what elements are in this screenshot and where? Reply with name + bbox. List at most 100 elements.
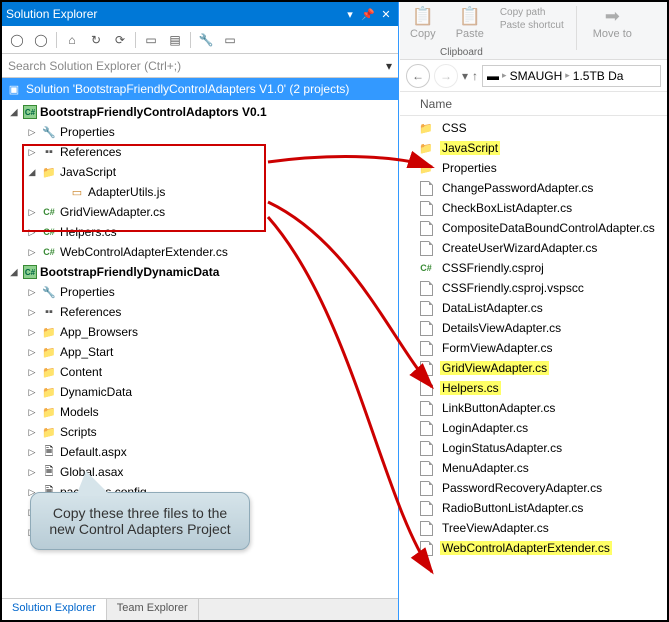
file-row[interactable]: FormViewAdapter.cs (400, 338, 667, 358)
file-row[interactable]: LoginAdapter.cs (400, 418, 667, 438)
references-icon: ▪▪ (41, 304, 57, 320)
paste-button[interactable]: 📋Paste (452, 6, 488, 40)
breadcrumb[interactable]: ▬ ▸ SMAUGH ▸ 1.5TB Da (482, 65, 661, 87)
nav-up-icon[interactable]: ↑ (472, 69, 478, 83)
forward-icon[interactable]: ◯ (30, 29, 52, 51)
moveto-button[interactable]: ➡Move to (589, 6, 636, 40)
copy-path-button[interactable]: Copy path (500, 7, 564, 18)
back-icon[interactable]: ◯ (6, 29, 28, 51)
file-row[interactable]: MenuAdapter.cs (400, 458, 667, 478)
home-icon[interactable]: ⌂ (61, 29, 83, 51)
showall-icon[interactable]: ▤ (164, 29, 186, 51)
sync-icon[interactable]: ↻ (85, 29, 107, 51)
file-icon (418, 360, 434, 376)
nav-back-icon[interactable]: ← (406, 64, 430, 88)
tree-item[interactable]: ▷📁Models (2, 402, 398, 422)
file-icon: 🗎 (41, 444, 57, 460)
file-icon (418, 500, 434, 516)
file-icon (418, 520, 434, 536)
file-row[interactable]: LinkButtonAdapter.cs (400, 398, 667, 418)
tree-item[interactable]: ▷📁Scripts (2, 422, 398, 442)
tree-item[interactable]: ▷▪▪References (2, 302, 398, 322)
close-icon[interactable]: ✕ (378, 6, 394, 22)
file-row[interactable]: Helpers.cs (400, 378, 667, 398)
tree-item[interactable]: ▷📁App_Browsers (2, 322, 398, 342)
file-row[interactable]: CSSFriendly.csproj.vspscc (400, 278, 667, 298)
solution-icon: ▣ (6, 81, 22, 97)
tree-item[interactable]: ▷📁App_Start (2, 342, 398, 362)
collapse-icon[interactable]: ▭ (140, 29, 162, 51)
csharp-icon: C# (41, 244, 57, 260)
project-node[interactable]: ◢C#BootstrapFriendlyDynamicData (2, 262, 398, 282)
search-input[interactable]: Search Solution Explorer (Ctrl+;) ▾ (2, 54, 398, 78)
file-row[interactable]: CompositeDataBoundControlAdapter.cs (400, 218, 667, 238)
file-row[interactable]: C#CSSFriendly.csproj (400, 258, 667, 278)
file-row[interactable]: DetailsViewAdapter.cs (400, 318, 667, 338)
file-icon: 🗎 (41, 464, 57, 480)
file-row[interactable]: DataListAdapter.cs (400, 298, 667, 318)
csharp-icon: C# (41, 204, 57, 220)
file-row[interactable]: WebControlAdapterExtender.cs (400, 538, 667, 558)
file-icon (418, 340, 434, 356)
file-icon (418, 280, 434, 296)
tree-item[interactable]: ▷🔧Properties (2, 282, 398, 302)
file-row[interactable]: GridViewAdapter.cs (400, 358, 667, 378)
file-row[interactable]: RadioButtonListAdapter.cs (400, 498, 667, 518)
pin-icon[interactable]: 📌 (360, 6, 376, 22)
nav-forward-icon[interactable]: → (434, 64, 458, 88)
ribbon: 📋Copy 📋Paste Copy path Paste shortcut ➡M… (400, 2, 667, 60)
file-icon (418, 420, 434, 436)
tree-item[interactable]: ▷🗎Global.asax (2, 462, 398, 482)
column-header-name[interactable]: Name (400, 92, 667, 116)
wrench-icon: 🔧 (41, 284, 57, 300)
file-icon (418, 460, 434, 476)
tree-item[interactable]: ▷C#Helpers.cs (2, 222, 398, 242)
folder-icon: 📁 (41, 364, 57, 380)
search-dropdown-icon[interactable]: ▾ (386, 59, 392, 73)
tree-item[interactable]: ◢📁JavaScript (2, 162, 398, 182)
callout: Copy these three files to the new Contro… (30, 492, 250, 550)
file-icon (418, 220, 434, 236)
properties-icon[interactable]: 🔧 (195, 29, 217, 51)
references-icon: ▪▪ (41, 144, 57, 160)
tree-item[interactable]: ▷🔧Properties (2, 122, 398, 142)
folder-icon: 📁 (41, 424, 57, 440)
file-row[interactable]: 📁CSS (400, 118, 667, 138)
folder-icon: 📁 (418, 140, 434, 156)
nav-bar: ← → ▾ ↑ ▬ ▸ SMAUGH ▸ 1.5TB Da (400, 60, 667, 92)
dropdown-icon[interactable]: ▾ (342, 6, 358, 22)
folder-icon: 📁 (418, 160, 434, 176)
copy-button[interactable]: 📋Copy (406, 6, 440, 40)
file-row[interactable]: TreeViewAdapter.cs (400, 518, 667, 538)
file-row[interactable]: LoginStatusAdapter.cs (400, 438, 667, 458)
tree-item[interactable]: ▷📁Content (2, 362, 398, 382)
nav-recent-icon[interactable]: ▾ (462, 69, 468, 83)
file-row[interactable]: 📁JavaScript (400, 138, 667, 158)
refresh-icon[interactable]: ⟳ (109, 29, 131, 51)
tab-team-explorer[interactable]: Team Explorer (107, 599, 199, 620)
file-row[interactable]: PasswordRecoveryAdapter.cs (400, 478, 667, 498)
panel-title-bar: Solution Explorer ▾ 📌 ✕ (2, 2, 398, 26)
file-icon (418, 440, 434, 456)
project-node[interactable]: ◢C#BootstrapFriendlyControlAdaptors V0.1 (2, 102, 398, 122)
tab-solution-explorer[interactable]: Solution Explorer (2, 599, 107, 620)
csharp-icon: C# (41, 224, 57, 240)
file-row[interactable]: CheckBoxListAdapter.cs (400, 198, 667, 218)
tree-item[interactable]: ▷C#GridViewAdapter.cs (2, 202, 398, 222)
tree-item[interactable]: ▭AdapterUtils.js (2, 182, 398, 202)
file-icon (418, 400, 434, 416)
panel-title: Solution Explorer (6, 7, 97, 21)
folder-icon: 📁 (41, 324, 57, 340)
file-icon (418, 200, 434, 216)
tree-item[interactable]: ▷🗎Default.aspx (2, 442, 398, 462)
paste-shortcut-button[interactable]: Paste shortcut (500, 20, 564, 31)
solution-node[interactable]: ▣ Solution 'BootstrapFriendlyControlAdap… (2, 78, 398, 100)
preview-icon[interactable]: ▭ (219, 29, 241, 51)
file-row[interactable]: 📁Properties (400, 158, 667, 178)
tree-item[interactable]: ▷▪▪References (2, 142, 398, 162)
file-row[interactable]: CreateUserWizardAdapter.cs (400, 238, 667, 258)
file-row[interactable]: ChangePasswordAdapter.cs (400, 178, 667, 198)
tree-item[interactable]: ▷📁DynamicData (2, 382, 398, 402)
folder-icon: 📁 (41, 384, 57, 400)
tree-item[interactable]: ▷C#WebControlAdapterExtender.cs (2, 242, 398, 262)
